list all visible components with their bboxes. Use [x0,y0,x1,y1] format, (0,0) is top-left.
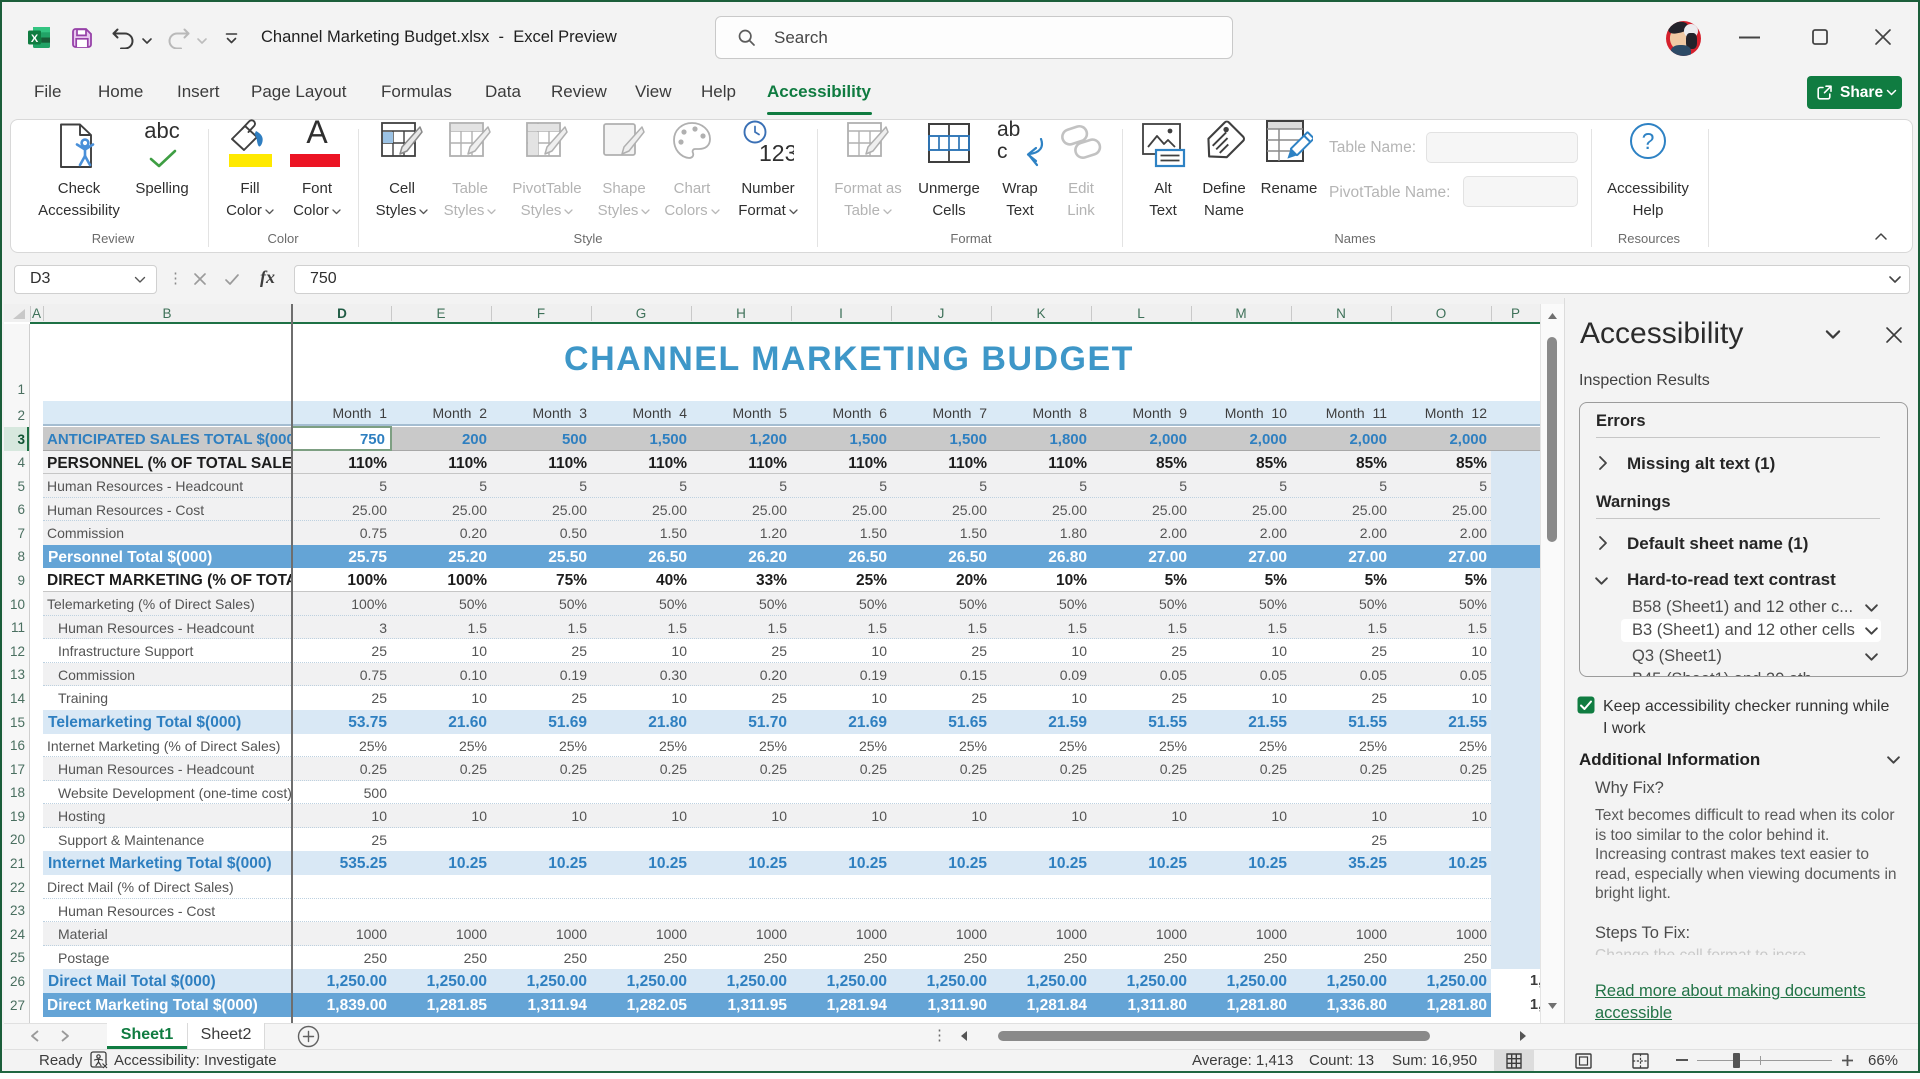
svg-text:?: ? [1642,128,1655,154]
svg-text:123: 123 [759,140,794,166]
svg-text:X: X [31,33,39,45]
